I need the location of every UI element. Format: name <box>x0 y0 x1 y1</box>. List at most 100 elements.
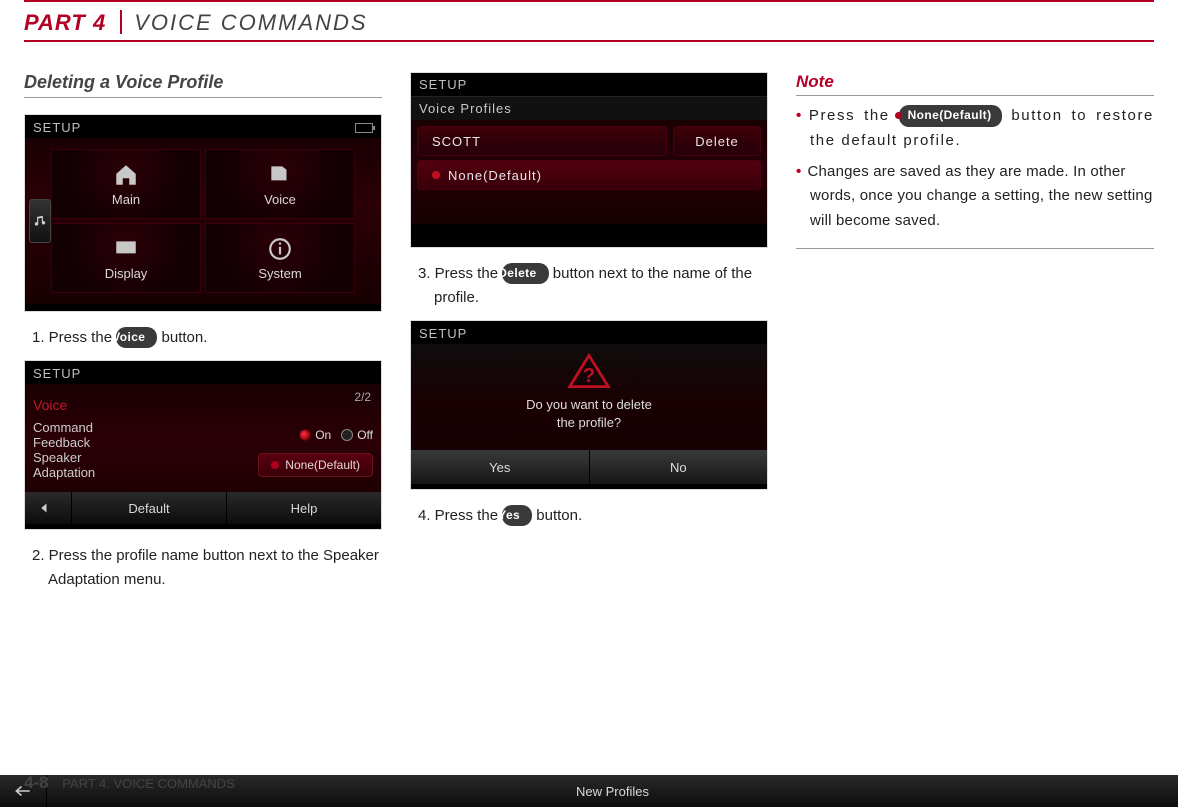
bullet-icon: • <box>796 107 809 124</box>
voice-button-ref: Voice <box>116 327 157 348</box>
shot1-title: SETUP <box>33 120 81 135</box>
profile-row-none: None(Default) <box>417 158 761 192</box>
section-heading: Deleting a Voice Profile <box>24 72 382 98</box>
no-button[interactable]: No <box>589 450 768 484</box>
dialog-line2: the profile? <box>526 414 652 432</box>
dialog-line1: Do you want to delete <box>526 396 652 414</box>
note-1: •Press the None(Default) button to resto… <box>796 104 1154 154</box>
profile-row-scott: SCOTT Delete <box>417 124 761 158</box>
profile-button[interactable]: None(Default) <box>258 453 373 477</box>
note-heading: Note <box>796 72 1154 96</box>
note-1-pre: Press the <box>809 107 899 124</box>
bullet-icon: • <box>796 163 807 180</box>
header-part: PART 4 <box>24 10 116 40</box>
profile-dot-icon <box>271 461 279 469</box>
column-2: SETUP Voice Profiles SCOTT Delete None(D… <box>410 72 768 602</box>
shot4-title: SETUP <box>419 326 467 341</box>
shot1-body: Main Voice Display System <box>25 138 381 304</box>
info-icon <box>265 236 295 262</box>
shot2-voice-row: Voice 2/2 <box>33 390 373 420</box>
shot1-left-button[interactable] <box>29 199 51 243</box>
shot2-voice-label: Voice <box>33 397 67 413</box>
default-button[interactable]: Default <box>71 492 226 524</box>
shot4-titlebar: SETUP <box>411 321 767 344</box>
help-label: Help <box>291 501 318 516</box>
profile-name-cell[interactable]: SCOTT <box>417 126 667 156</box>
shot3-list: SCOTT Delete None(Default) <box>411 120 767 224</box>
column-1: Deleting a Voice Profile SETUP Main <box>24 72 382 602</box>
music-icon <box>33 214 47 228</box>
dialog-buttons: Yes No <box>411 450 767 484</box>
page-footer: 4-8 PART 4. VOICE COMMANDS <box>24 773 235 793</box>
footer-label: PART 4. VOICE COMMANDS <box>62 776 235 791</box>
profile-button-label: None(Default) <box>285 458 360 472</box>
step-2: 2. Press the profile name button next to… <box>32 544 382 592</box>
delete-button-ref: Delete <box>502 263 548 284</box>
no-label: No <box>670 460 687 475</box>
shot2-command-row: Command Feedback On Off <box>33 420 373 450</box>
tile-display[interactable]: Display <box>51 223 201 293</box>
shot2-speaker-label: Speaker Adaptation <box>33 450 95 480</box>
shot2-command-l2: Feedback <box>33 435 93 450</box>
shot2-command-label: Command Feedback <box>33 420 93 450</box>
radio-off-label: Off <box>357 428 373 442</box>
screenshot-voice-profiles: SETUP Voice Profiles SCOTT Delete None(D… <box>410 72 768 248</box>
radio-on[interactable]: On <box>299 428 331 442</box>
step-1-post: button. <box>157 329 207 346</box>
shot2-speaker-l1: Speaker <box>33 450 95 465</box>
delete-label: Delete <box>695 134 739 149</box>
shot2-radio-group: On Off <box>299 428 373 442</box>
shot2-speaker-row: Speaker Adaptation None(Default) <box>33 450 373 480</box>
tile-main[interactable]: Main <box>51 149 201 219</box>
default-label: Default <box>128 501 169 516</box>
radio-off-dot <box>341 429 353 441</box>
tile-system-label: System <box>258 266 301 281</box>
warning-icon: ? <box>567 352 611 390</box>
shot1-grid: Main Voice Display System <box>51 149 355 293</box>
page: PART 4 VOICE COMMANDS Deleting a Voice P… <box>0 0 1178 807</box>
new-profiles-label: New Profiles <box>576 784 649 799</box>
shot2-page: 2/2 <box>354 390 371 404</box>
shot2-title: SETUP <box>33 366 81 381</box>
tile-system[interactable]: System <box>205 223 355 293</box>
delete-cell[interactable]: Delete <box>673 126 761 156</box>
voice-icon <box>265 162 295 188</box>
svg-text:?: ? <box>583 365 595 387</box>
shot2-command-l1: Command <box>33 420 93 435</box>
step-3-pre: 3. Press the <box>418 265 502 282</box>
screenshot-setup-grid: SETUP Main Voice <box>24 114 382 312</box>
yes-button-ref: Yes <box>502 505 532 526</box>
page-number: 4-8 <box>24 773 49 792</box>
tile-display-label: Display <box>105 266 148 281</box>
tile-voice-label: Voice <box>264 192 296 207</box>
screenshot-confirm-delete: SETUP ? Do you want to delete the profil… <box>410 320 768 490</box>
radio-off[interactable]: Off <box>341 428 373 442</box>
radio-on-dot <box>299 429 311 441</box>
columns: Deleting a Voice Profile SETUP Main <box>24 72 1154 602</box>
back-icon <box>39 501 57 515</box>
column-3: Note •Press the None(Default) button to … <box>796 72 1154 602</box>
help-button[interactable]: Help <box>226 492 381 524</box>
shot1-titlebar: SETUP <box>25 115 381 138</box>
battery-icon <box>355 123 373 133</box>
step-1-pre: 1. Press the <box>32 329 116 346</box>
none-default-cell[interactable]: None(Default) <box>417 160 761 190</box>
profile-name: SCOTT <box>432 134 481 149</box>
note-2: •Changes are saved as they are made. In … <box>796 160 1154 234</box>
none-label: None(Default) <box>448 168 542 183</box>
dialog-text: Do you want to delete the profile? <box>526 396 652 432</box>
back-button[interactable] <box>25 492 71 524</box>
shot3-title: SETUP <box>411 73 767 96</box>
shot2-titlebar: SETUP <box>25 361 381 384</box>
yes-button[interactable]: Yes <box>411 450 589 484</box>
tile-voice[interactable]: Voice <box>205 149 355 219</box>
note-block: •Press the None(Default) button to resto… <box>796 104 1154 249</box>
shot4-body: ? Do you want to delete the profile? Yes… <box>411 344 767 484</box>
shot2-bottom-bar: Default Help <box>25 492 381 524</box>
header-title: VOICE COMMANDS <box>134 10 367 40</box>
home-icon <box>111 162 141 188</box>
step-3: 3. Press the Delete button next to the n… <box>418 262 768 310</box>
shot3-sub: Voice Profiles <box>411 96 767 120</box>
none-dot-icon <box>432 171 440 179</box>
step-4-post: button. <box>532 507 582 524</box>
